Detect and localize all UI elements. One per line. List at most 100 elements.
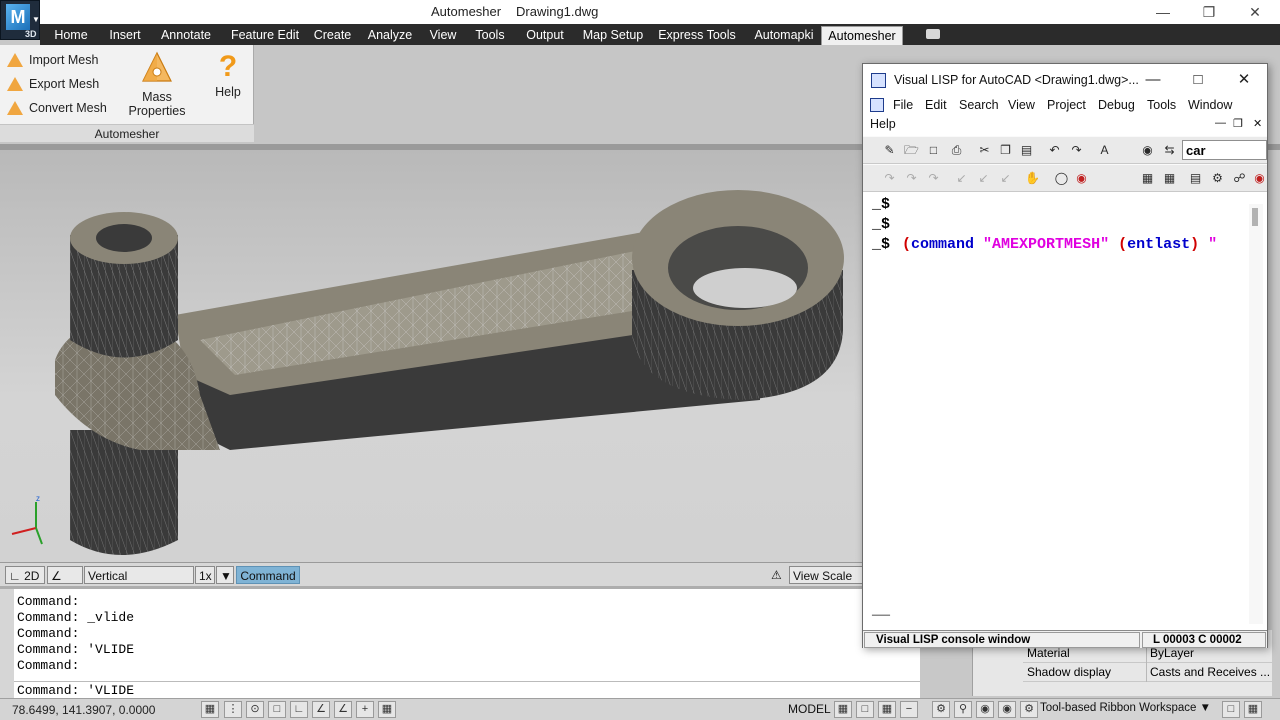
- autoscale-icon[interactable]: ◉: [998, 701, 1016, 718]
- minimize-button[interactable]: —: [1148, 2, 1178, 22]
- copy-icon[interactable]: ❐: [997, 142, 1014, 159]
- tab-annotate[interactable]: Annotate: [154, 26, 218, 45]
- maximize-button[interactable]: ❐: [1194, 2, 1224, 22]
- check-text-icon[interactable]: ☍: [1231, 170, 1248, 187]
- step-into-icon[interactable]: ↷: [881, 170, 898, 187]
- zoom-icon[interactable]: −: [900, 701, 918, 718]
- gear-icon[interactable]: ⚙: [1020, 701, 1038, 718]
- complete-word-icon[interactable]: A: [1096, 142, 1113, 159]
- replace-icon[interactable]: ⇆: [1161, 142, 1178, 159]
- quit-icon[interactable]: ↙: [975, 170, 992, 187]
- lock-icon[interactable]: □: [1222, 701, 1240, 718]
- layout-grid-icon[interactable]: ▦: [834, 701, 852, 718]
- undo-icon[interactable]: ↶: [1046, 142, 1063, 159]
- drawing-viewport[interactable]: z: [0, 150, 866, 562]
- menu-tools[interactable]: Tools: [1147, 98, 1176, 112]
- vlisp-search-input[interactable]: [1182, 140, 1267, 160]
- save-icon[interactable]: □: [925, 142, 942, 159]
- exaggeration-value[interactable]: 1x: [195, 566, 215, 584]
- fullscreen-icon[interactable]: ▦: [1244, 701, 1262, 718]
- export-mesh-button[interactable]: Export Mesh: [7, 74, 99, 94]
- exaggeration-dropdown-icon[interactable]: ▼: [216, 566, 234, 584]
- mass-properties-button[interactable]: Mass Properties: [113, 51, 201, 118]
- model-space-toggle[interactable]: MODEL: [788, 702, 831, 716]
- command-tab[interactable]: Command: [236, 566, 300, 584]
- command-window[interactable]: Command: Command: _vlide Command: Comman…: [0, 586, 920, 701]
- step-out-icon[interactable]: ↷: [925, 170, 942, 187]
- annotation-icon[interactable]: ⚙: [932, 701, 950, 718]
- select-window-icon[interactable]: ▦: [1161, 170, 1178, 187]
- mdi-restore-icon[interactable]: ❐: [1233, 117, 1243, 130]
- tab-map-setup[interactable]: Map Setup: [579, 26, 647, 45]
- 2d-button[interactable]: ∟ 2D: [5, 566, 45, 584]
- polar-icon[interactable]: ∠: [312, 701, 330, 718]
- visibility-icon[interactable]: ◉: [976, 701, 994, 718]
- find-icon[interactable]: ◉: [1139, 142, 1156, 159]
- import-mesh-button[interactable]: Import Mesh: [7, 50, 98, 70]
- menu-window[interactable]: Window: [1188, 98, 1232, 112]
- tab-automesher[interactable]: Automesher: [821, 26, 903, 45]
- tab-view[interactable]: View: [425, 26, 461, 45]
- tab-insert[interactable]: Insert: [104, 26, 146, 45]
- new-file-icon[interactable]: ✎: [881, 142, 898, 159]
- warning-icon[interactable]: ⚠: [768, 566, 788, 584]
- redo-icon[interactable]: ↷: [1068, 142, 1085, 159]
- last-break-icon[interactable]: ◉: [1073, 170, 1090, 187]
- quick-properties-icon[interactable]: ▦: [378, 701, 396, 718]
- tab-output[interactable]: Output: [520, 26, 570, 45]
- application-menu-button[interactable]: M ▼ 3D: [0, 0, 40, 40]
- ribbon-options-icon[interactable]: [926, 29, 940, 39]
- vlisp-maximize-button[interactable]: □: [1184, 70, 1212, 90]
- vlisp-document-icon[interactable]: [870, 98, 884, 112]
- pan-icon[interactable]: ▦: [878, 701, 896, 718]
- osnap-icon[interactable]: ∠: [334, 701, 352, 718]
- menu-file[interactable]: File: [893, 98, 913, 112]
- scrollbar-thumb[interactable]: [1252, 208, 1258, 226]
- tab-home[interactable]: Home: [47, 26, 95, 45]
- vlisp-scrollbar[interactable]: [1249, 204, 1263, 624]
- activate-autocad-icon[interactable]: ▦: [1139, 170, 1156, 187]
- view-scale[interactable]: View Scale 1:: [789, 566, 866, 601]
- load-text-icon[interactable]: ▤: [1187, 170, 1204, 187]
- layout-icon[interactable]: □: [856, 701, 874, 718]
- lineweight-icon[interactable]: +: [356, 701, 374, 718]
- tab-tools[interactable]: Tools: [470, 26, 510, 45]
- mdi-close-icon[interactable]: ✕: [1253, 117, 1262, 130]
- infer-icon[interactable]: ⊙: [246, 701, 264, 718]
- tab-analyze[interactable]: Analyze: [364, 26, 416, 45]
- continue-icon[interactable]: ↙: [953, 170, 970, 187]
- menu-view[interactable]: View: [1008, 98, 1035, 112]
- close-button[interactable]: ✕: [1240, 2, 1270, 22]
- property-row-shadow[interactable]: Shadow display Casts and Receives ...: [1023, 663, 1273, 682]
- grid-icon[interactable]: ▦: [201, 701, 219, 718]
- command-input[interactable]: Command: 'VLIDE: [14, 681, 920, 699]
- convert-mesh-button[interactable]: Convert Mesh: [7, 98, 107, 118]
- paste-icon[interactable]: ▤: [1018, 142, 1035, 159]
- menu-project[interactable]: Project: [1047, 98, 1086, 112]
- menu-help[interactable]: Help: [870, 117, 896, 131]
- breakpoint-icon[interactable]: ✋: [1024, 170, 1041, 187]
- dynamic-input-icon[interactable]: □: [268, 701, 286, 718]
- menu-debug[interactable]: Debug: [1098, 98, 1135, 112]
- menu-edit[interactable]: Edit: [925, 98, 947, 112]
- vlisp-console[interactable]: _$ _$ _$ (command "AMEXPORTMESH" (entlas…: [863, 192, 1267, 630]
- 3d-button[interactable]: ∠ 3D: [47, 566, 83, 601]
- vlisp-close-button[interactable]: ✕: [1230, 70, 1258, 90]
- step-over-icon[interactable]: ↷: [903, 170, 920, 187]
- tab-express-tools[interactable]: Express Tools: [656, 26, 738, 45]
- format-icon[interactable]: ◉: [1251, 170, 1268, 187]
- vlisp-minimize-button[interactable]: —: [1139, 70, 1167, 90]
- load-selection-icon[interactable]: ⚙: [1209, 170, 1226, 187]
- watch-icon[interactable]: ◯: [1053, 170, 1070, 187]
- open-folder-icon[interactable]: 🗁: [903, 142, 920, 159]
- tab-automapki[interactable]: Automapki: [746, 26, 822, 45]
- cut-icon[interactable]: ✂: [976, 142, 993, 159]
- ortho-icon[interactable]: ∟: [290, 701, 308, 718]
- mdi-minimize-icon[interactable]: —: [1215, 117, 1226, 129]
- snap-icon[interactable]: ⋮: [224, 701, 242, 718]
- search-icon[interactable]: ⚲: [954, 701, 972, 718]
- tab-feature-edit[interactable]: Feature Edit: [227, 26, 303, 45]
- print-icon[interactable]: ⎙: [948, 142, 965, 159]
- tab-create[interactable]: Create: [310, 26, 355, 45]
- workspace-switch[interactable]: Tool-based Ribbon Workspace ▼: [1040, 702, 1211, 714]
